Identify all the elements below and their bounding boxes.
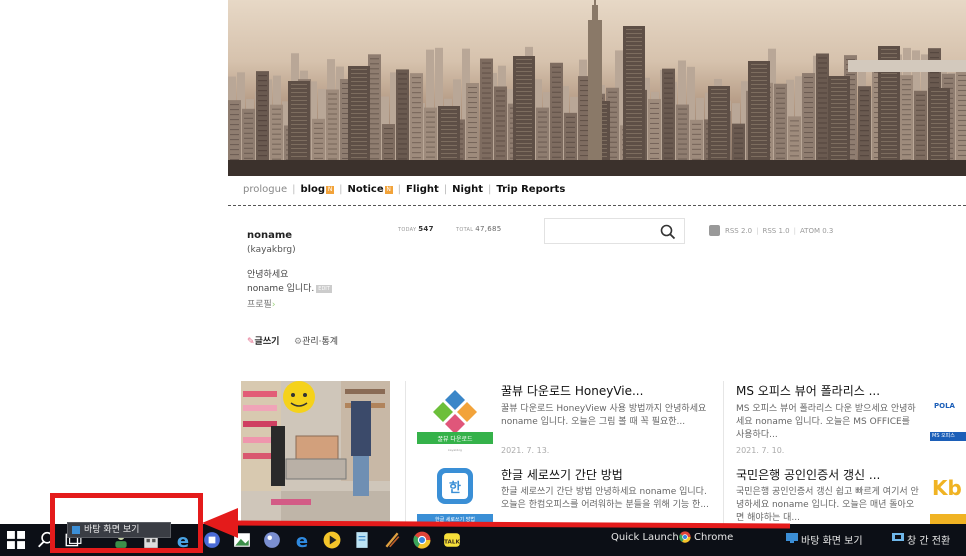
post-excerpt: 꿀뷰 다운로드 HoneyView 사용 방법까지 안녕하세요 noname 입… — [501, 404, 707, 427]
feed-rss2-link[interactable]: RSS 2.0 — [725, 227, 752, 235]
post-excerpt: MS 오피스 뷰어 폴라리스 다운 받으세요 안녕하세요 noname 입니다.… — [736, 404, 916, 440]
nav-item-night[interactable]: Night — [452, 184, 483, 195]
supermarket-photo — [241, 381, 390, 524]
nav-item-flight[interactable]: Flight — [406, 184, 439, 195]
feed-atom-link[interactable]: ATOM 0.3 — [800, 227, 833, 235]
profile-greeting-2: noname 입니다. EDIT — [247, 284, 332, 294]
rss-icon — [709, 225, 720, 236]
column-divider — [405, 381, 406, 526]
search-icon[interactable] — [660, 224, 676, 240]
header-city-image — [228, 0, 966, 176]
today-counter: TODAY 547 — [398, 225, 434, 233]
post-title[interactable]: 꿀뷰 다운로드 HoneyVie... — [501, 382, 643, 399]
gear-icon: ⚙ — [294, 337, 303, 347]
switch-windows-button[interactable]: 창 간 전환 — [907, 532, 950, 547]
screen: prologue | blog N | Notice N | Flight | … — [0, 0, 966, 556]
thumb-sublabel: kayakbrg — [448, 448, 462, 452]
post-title[interactable]: MS 오피스 뷰어 폴라리스 ... — [736, 382, 880, 399]
nav-item-notice[interactable]: Notice — [347, 184, 383, 195]
total-counter: TOTAL 47,685 — [456, 225, 502, 233]
profile-name[interactable]: noname — [247, 230, 292, 241]
nav-item-prologue[interactable]: prologue — [243, 184, 287, 195]
profile-id: (kayakbrg) — [247, 245, 296, 255]
profile-greeting: 안녕하세요 — [247, 270, 289, 280]
windows-start-icon[interactable] — [7, 531, 25, 549]
svg-text:한: 한 — [449, 480, 461, 496]
nav-item-blog[interactable]: blog — [300, 184, 325, 195]
post-date: 2021. 7. 10. — [736, 446, 785, 455]
post-title[interactable]: 한글 세로쓰기 간단 방법 — [501, 466, 623, 483]
pencil-icon: ✎ — [247, 337, 255, 347]
switch-windows-icon[interactable] — [892, 533, 904, 543]
thumb-label: 꿀뷰 다운로드 — [437, 435, 473, 443]
edit-button[interactable]: EDIT — [316, 284, 332, 293]
blog-nav: prologue | blog N | Notice N | Flight | … — [243, 184, 566, 195]
nav-divider — [228, 205, 966, 206]
post-date: 2021. 7. 13. — [501, 446, 550, 455]
show-desktop-button[interactable]: 바탕 화면 보기 — [801, 532, 863, 547]
feed-rss1-link[interactable]: RSS 1.0 — [762, 227, 789, 235]
feed-links: RSS 2.0 | RSS 1.0 | ATOM 0.3 — [709, 225, 833, 236]
post-thumbnail[interactable]: 꿀뷰 다운로드 kayakbrg — [417, 382, 493, 452]
search-input[interactable] — [544, 218, 685, 244]
post-thumbnail-kb[interactable]: Kb — [930, 472, 966, 524]
post-title[interactable]: 국민은행 공인인증서 갱신 ... — [736, 466, 880, 483]
post-photo-thumbnail[interactable] — [241, 381, 390, 524]
honeyview-logo: 꿀뷰 다운로드 kayakbrg — [417, 390, 493, 452]
post-thumbnail-polaris[interactable]: POLA MS 오피스 — [930, 398, 966, 446]
manage-stats-link[interactable]: ⚙관리·통계 — [294, 334, 338, 347]
new-badge: N — [326, 185, 335, 194]
city-skyline-image — [228, 0, 966, 176]
annotation-highlight-box — [50, 493, 203, 553]
write-post-link[interactable]: ✎글쓰기 — [247, 334, 279, 347]
column-divider — [723, 381, 724, 526]
annotation-arrow — [202, 508, 791, 538]
profile-link[interactable]: 프로필› — [247, 297, 275, 310]
nav-item-trip-reports[interactable]: Trip Reports — [496, 184, 565, 195]
new-badge: N — [384, 185, 393, 194]
